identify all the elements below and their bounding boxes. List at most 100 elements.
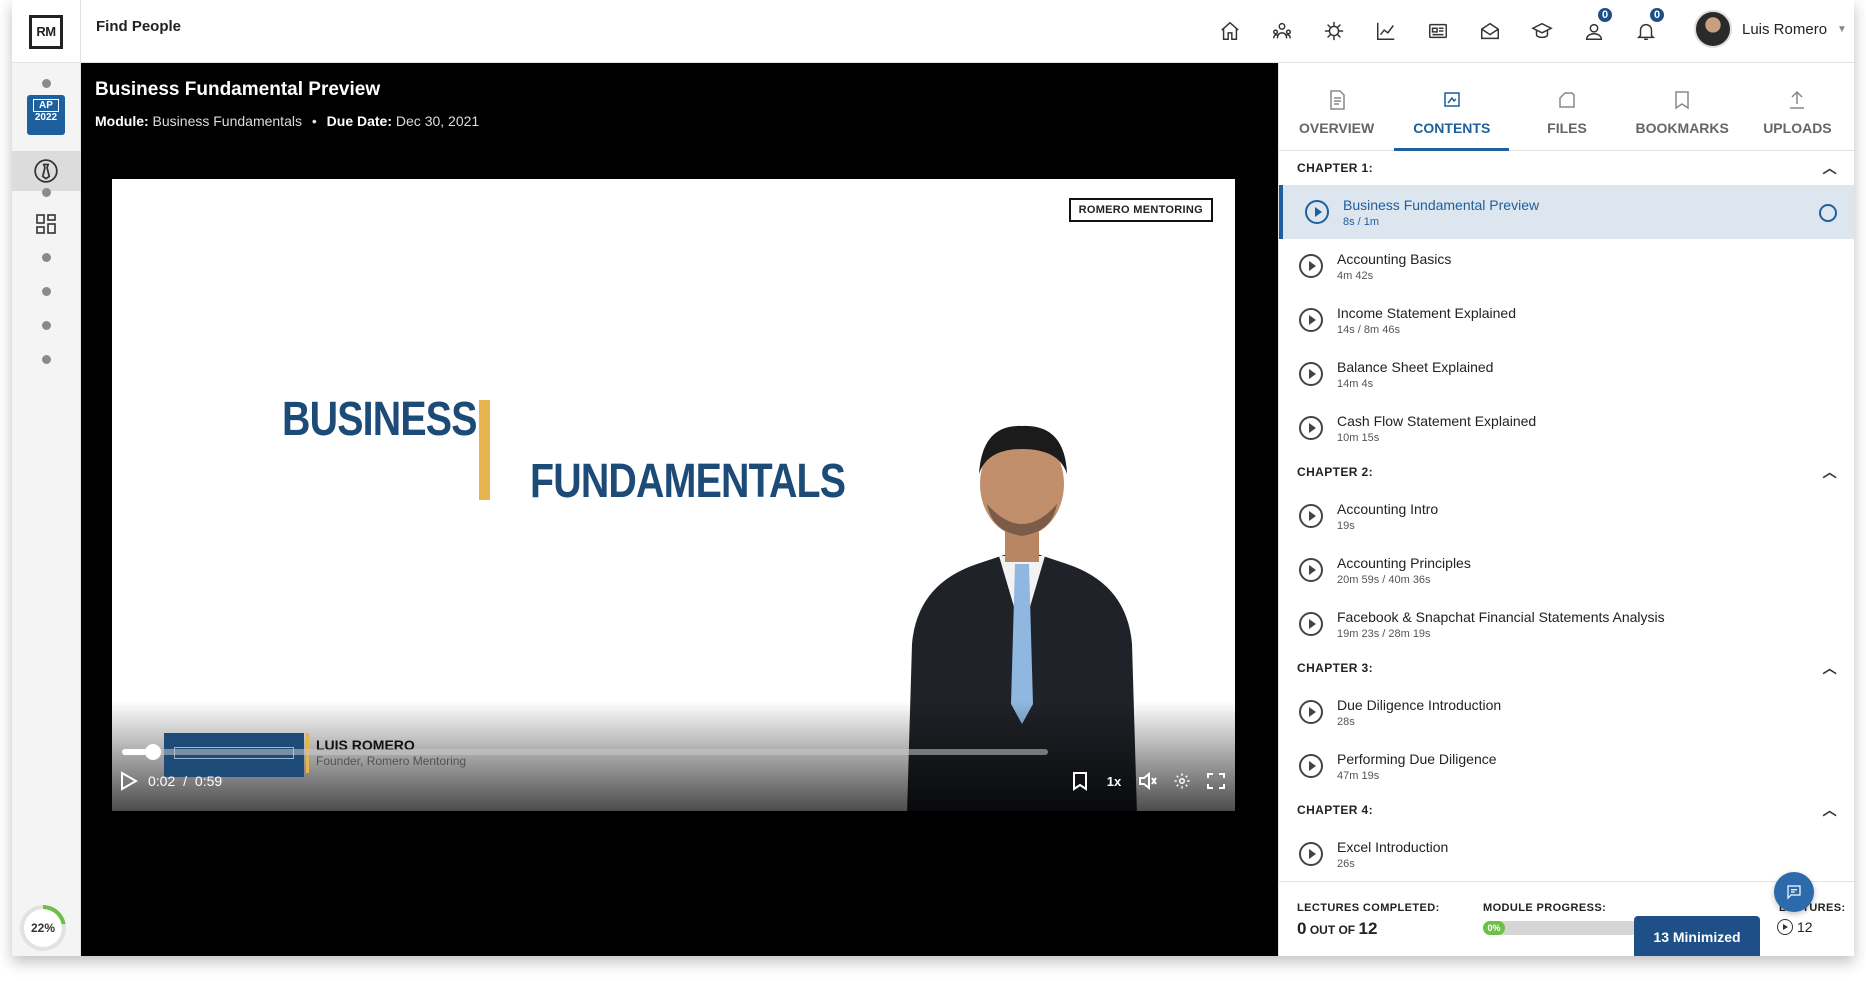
top-bar: RM Find People 0 0 Luis Romero ▼ [12, 0, 1854, 63]
lecture-item[interactable]: Accounting Basics 4m 42s [1279, 239, 1854, 293]
chapter-title: CHAPTER 1: [1297, 161, 1374, 175]
lecture-duration: 19m 23s / 28m 19s [1337, 627, 1431, 640]
lecture-item[interactable]: Accounting Intro 19s [1279, 489, 1854, 543]
graduation-icon[interactable] [1516, 14, 1568, 48]
lecture-item[interactable]: Income Statement Explained 14s / 8m 46s [1279, 293, 1854, 347]
time-display: 0:02 / 0:59 [148, 773, 222, 789]
nav-icons: 0 0 [1204, 6, 1672, 48]
lecture-item[interactable]: Due Diligence Introduction 28s [1279, 685, 1854, 739]
lecture-item[interactable]: Accounting Principles 20m 59s / 40m 36s [1279, 543, 1854, 597]
chevron-up-icon[interactable]: ︿ [1823, 462, 1837, 482]
play-icon[interactable] [120, 771, 139, 796]
play-circle-icon [1305, 200, 1329, 224]
chapter-header[interactable]: CHAPTER 1: ︿ [1279, 151, 1854, 185]
play-circle-icon [1299, 754, 1323, 778]
home-icon[interactable] [1204, 14, 1256, 48]
lecture-title: Performing Due Diligence [1337, 750, 1497, 767]
mentor-tie-icon[interactable] [32, 157, 60, 185]
seek-bar[interactable] [122, 744, 1048, 760]
play-circle-icon [1299, 504, 1323, 528]
upload-icon [1790, 90, 1805, 109]
program-badge[interactable]: AP 2022 [27, 95, 65, 135]
play-circle-icon [1299, 308, 1323, 332]
chapter-header[interactable]: CHAPTER 4: ︿ [1279, 793, 1854, 827]
dashboard-grid-icon[interactable] [32, 210, 60, 238]
lecture-meta: Module: Business Fundamentals • Due Date… [95, 113, 479, 129]
lecture-title: Business Fundamental Preview [95, 79, 381, 100]
module-label: Module: [95, 113, 149, 129]
module-progress-value: 0% [1483, 921, 1505, 935]
program-badge-year: 2022 [34, 112, 58, 123]
rail-dot[interactable] [42, 188, 51, 197]
tab-label: BOOKMARKS [1635, 120, 1729, 136]
fullscreen-icon[interactable] [1203, 768, 1229, 794]
lecture-duration: 20m 59s / 40m 36s [1337, 573, 1431, 586]
tab-contents[interactable]: CONTENTS [1394, 63, 1510, 151]
chapter-header[interactable]: CHAPTER 2: ︿ [1279, 455, 1854, 489]
lecture-title: Accounting Principles [1337, 554, 1471, 571]
lecture-item[interactable]: Balance Sheet Explained 14m 4s [1279, 347, 1854, 401]
tab-uploads[interactable]: UPLOADS [1740, 63, 1854, 150]
people-network-icon[interactable] [1256, 14, 1308, 48]
lecture-item-active[interactable]: Business Fundamental Preview 8s / 1m [1279, 185, 1854, 239]
completed-count: 0 [1297, 919, 1307, 938]
tab-files[interactable]: FILES [1509, 63, 1624, 150]
tab-label: OVERVIEW [1299, 120, 1375, 136]
tab-overview[interactable]: OVERVIEW [1279, 63, 1394, 150]
contacts-icon[interactable]: 0 [1568, 6, 1620, 48]
chat-icon [1787, 885, 1801, 900]
module-progress-label: MODULE PROGRESS: [1483, 902, 1607, 914]
chat-button[interactable] [1774, 872, 1814, 912]
lecture-duration: 28s [1337, 715, 1355, 728]
rail-dot[interactable] [42, 321, 51, 330]
chapter-title: CHAPTER 4: [1297, 803, 1374, 817]
volume-icon[interactable] [1135, 768, 1161, 794]
chapter-header[interactable]: CHAPTER 3: ︿ [1279, 651, 1854, 685]
lectures-completed-value: 0 OUT OF 12 [1297, 919, 1377, 939]
meta-separator: • [311, 113, 317, 129]
lecture-duration: 14s / 8m 46s [1337, 323, 1400, 336]
bookmark-icon[interactable] [1067, 768, 1093, 794]
completion-circle-icon[interactable] [1819, 204, 1837, 222]
chevron-up-icon[interactable]: ︿ [1823, 158, 1837, 178]
chevron-down-icon[interactable]: ▼ [1837, 24, 1847, 35]
rail-dot[interactable] [42, 253, 51, 262]
rail-dot[interactable] [42, 355, 51, 364]
virus-icon[interactable] [1308, 14, 1360, 48]
course-panel: OVERVIEW CONTENTS FILES BOOKMARKS UPLOAD… [1278, 63, 1854, 956]
line-chart-icon[interactable] [1360, 14, 1412, 48]
lecture-item[interactable]: Facebook & Snapchat Financial Statements… [1279, 597, 1854, 651]
find-people-link[interactable]: Find People [96, 18, 181, 35]
lectures-count: 12 [1777, 919, 1813, 935]
player-controls: 0:02 / 0:59 1x [112, 764, 1235, 800]
minimized-windows-button[interactable]: 13 Minimized [1634, 916, 1760, 956]
chevron-up-icon[interactable]: ︿ [1823, 800, 1837, 820]
tab-bookmarks[interactable]: BOOKMARKS [1625, 63, 1740, 150]
contents-list: CHAPTER 1: ︿ Business Fundamental Preview… [1279, 151, 1854, 881]
lecture-title: Accounting Basics [1337, 250, 1452, 267]
chevron-up-icon[interactable]: ︿ [1823, 658, 1837, 678]
avatar[interactable] [1694, 10, 1732, 48]
bell-icon[interactable]: 0 [1620, 6, 1672, 48]
news-icon[interactable] [1412, 14, 1464, 48]
video-player[interactable]: ROMERO MENTORING BUSINESS FUNDAMENTALS L… [112, 179, 1235, 811]
user-name[interactable]: Luis Romero [1742, 21, 1827, 38]
lecture-title: Income Statement Explained [1337, 304, 1516, 321]
lectures-completed-label: LECTURES COMPLETED: [1297, 902, 1440, 914]
user-menu[interactable]: Luis Romero ▼ [1694, 10, 1847, 48]
lecture-item[interactable]: Cash Flow Statement Explained 10m 15s [1279, 401, 1854, 455]
lecture-title: Business Fundamental Preview [1343, 196, 1540, 213]
lecture-title: Excel Introduction [1337, 838, 1449, 855]
rm-logo[interactable]: RM [29, 14, 63, 49]
settings-gear-icon[interactable] [1169, 768, 1195, 794]
lecture-item[interactable]: Excel Introduction 26s [1279, 827, 1854, 881]
rail-dot[interactable] [42, 287, 51, 296]
logo-cell[interactable]: RM [12, 0, 81, 63]
rail-dot[interactable] [42, 79, 51, 88]
contents-icon [1444, 92, 1460, 107]
left-rail: AP 2022 22% [12, 63, 81, 956]
lecture-item[interactable]: Performing Due Diligence 47m 19s [1279, 739, 1854, 793]
app-window: RM Find People 0 0 Luis Romero ▼ AP 2022 [12, 0, 1854, 956]
mail-icon[interactable] [1464, 14, 1516, 48]
playback-speed-button[interactable]: 1x [1101, 768, 1127, 794]
